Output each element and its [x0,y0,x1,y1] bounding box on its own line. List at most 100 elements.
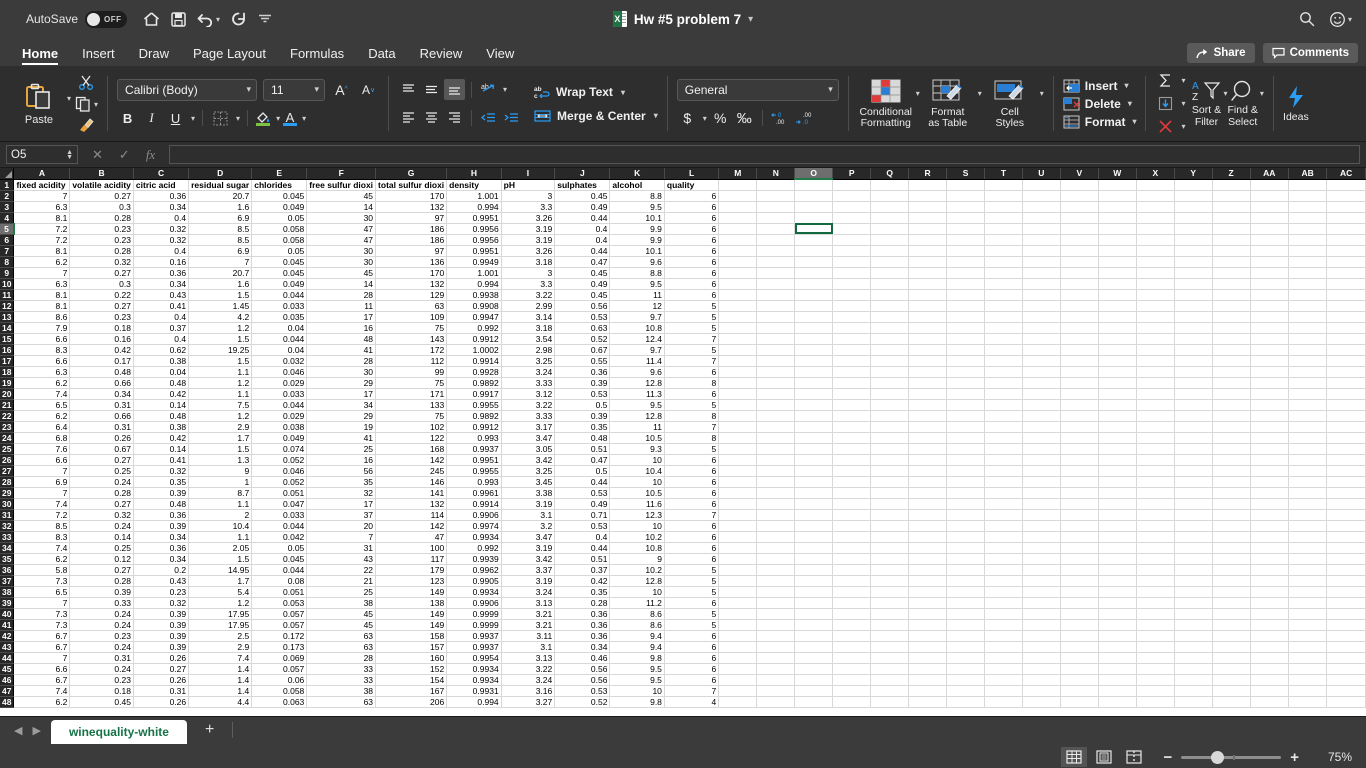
cell-F25[interactable]: 25 [306,443,377,455]
cell-H15[interactable]: 0.9912 [446,333,502,345]
cell-B35[interactable]: 0.12 [69,553,134,565]
cell-T3[interactable] [984,201,1023,213]
cell-U10[interactable] [1022,278,1061,290]
cell-O36[interactable] [794,564,834,576]
cell-G2[interactable]: 170 [375,190,448,202]
cell-N10[interactable] [756,278,796,290]
cell-T37[interactable] [984,575,1023,587]
cell-D33[interactable]: 1.1 [188,531,253,543]
cell-H47[interactable]: 0.9931 [446,685,502,697]
cell-K18[interactable]: 9.6 [609,366,665,378]
cell-F30[interactable]: 17 [306,498,377,510]
column-header-C[interactable]: C [133,168,190,180]
cell-N3[interactable] [756,201,796,213]
cell-U47[interactable] [1022,685,1061,697]
cell-Z40[interactable] [1212,608,1251,620]
cell-Y5[interactable] [1174,223,1213,235]
cell-B17[interactable]: 0.17 [69,355,134,367]
cell-I34[interactable]: 3.19 [501,542,556,554]
cell-O14[interactable] [794,322,834,334]
cell-AB24[interactable] [1288,432,1328,444]
cell-Z27[interactable] [1212,465,1251,477]
cell-O30[interactable] [794,498,834,510]
cell-F9[interactable]: 45 [306,267,377,279]
borders-caret-icon[interactable]: ▾ [236,114,240,123]
cell-V34[interactable] [1060,542,1099,554]
cell-Y48[interactable] [1174,696,1213,708]
tab-data[interactable]: Data [356,44,407,66]
cell-G6[interactable]: 186 [375,234,448,246]
cell-J14[interactable]: 0.63 [554,322,611,334]
cell-W28[interactable] [1098,476,1137,488]
cell-Q31[interactable] [870,509,910,521]
cell-L32[interactable]: 6 [664,520,720,532]
cell-P10[interactable] [832,278,872,290]
cell-AA30[interactable] [1250,498,1289,510]
cell-AB18[interactable] [1288,366,1328,378]
row-header-9[interactable]: 9 [0,267,15,279]
cell-A23[interactable]: 6.4 [13,421,71,433]
cell-X41[interactable] [1136,619,1175,631]
cell-I5[interactable]: 3.19 [501,223,556,235]
cell-AB12[interactable] [1288,300,1328,312]
cell-L14[interactable]: 5 [664,322,720,334]
cell-U37[interactable] [1022,575,1061,587]
cell-N47[interactable] [756,685,796,697]
cell-F15[interactable]: 48 [306,333,377,345]
cell-E40[interactable]: 0.057 [251,608,308,620]
column-header-Q[interactable]: Q [870,168,910,180]
cell-R18[interactable] [908,366,948,378]
cell-Q8[interactable] [870,256,910,268]
cell-N19[interactable] [756,377,796,389]
cell-AC23[interactable] [1326,421,1366,433]
cell-X17[interactable] [1136,355,1175,367]
cell-W29[interactable] [1098,487,1137,499]
font-size-select[interactable]: 11 ▾ [263,78,326,101]
cell-I35[interactable]: 3.42 [501,553,556,565]
cell-AA19[interactable] [1250,377,1289,389]
cell-V21[interactable] [1060,399,1099,411]
cell-R8[interactable] [908,256,948,268]
bold-button[interactable]: B [117,108,138,129]
cell-H12[interactable]: 0.9908 [446,300,502,312]
cell-L4[interactable]: 6 [664,212,720,224]
cell-M29[interactable] [718,487,758,499]
cell-R5[interactable] [908,223,948,235]
cell-M27[interactable] [718,465,758,477]
row-header-37[interactable]: 37 [0,575,15,587]
cell-T13[interactable] [984,311,1023,323]
cell-I31[interactable]: 3.1 [501,509,556,521]
cell-AA34[interactable] [1250,542,1289,554]
cell-G26[interactable]: 142 [375,454,448,466]
cell-AA24[interactable] [1250,432,1289,444]
cell-Y23[interactable] [1174,421,1213,433]
row-header-27[interactable]: 27 [0,465,15,477]
cell-R17[interactable] [908,355,948,367]
cell-B12[interactable]: 0.27 [69,300,134,312]
cell-Y4[interactable] [1174,212,1213,224]
cell-N11[interactable] [756,289,796,301]
cell-Q26[interactable] [870,454,910,466]
cell-J4[interactable]: 0.44 [554,212,611,224]
cell-N18[interactable] [756,366,796,378]
cell-AA5[interactable] [1250,223,1289,235]
cell-U19[interactable] [1022,377,1061,389]
cell-Y6[interactable] [1174,234,1213,246]
cell-S13[interactable] [946,311,985,323]
cell-F5[interactable]: 47 [306,223,377,235]
cell-A18[interactable]: 6.3 [13,366,71,378]
cell-K8[interactable]: 9.6 [609,256,665,268]
column-header-L[interactable]: L [664,168,720,180]
cell-W38[interactable] [1098,586,1137,598]
cell-P40[interactable] [832,608,872,620]
cell-AB47[interactable] [1288,685,1328,697]
cell-B23[interactable]: 0.31 [69,421,134,433]
cell-W19[interactable] [1098,377,1137,389]
cell-J15[interactable]: 0.52 [554,333,611,345]
cell-L5[interactable]: 6 [664,223,720,235]
cell-W14[interactable] [1098,322,1137,334]
cell-V26[interactable] [1060,454,1099,466]
cell-N4[interactable] [756,212,796,224]
cell-U38[interactable] [1022,586,1061,598]
page-layout-icon[interactable] [1091,747,1117,767]
